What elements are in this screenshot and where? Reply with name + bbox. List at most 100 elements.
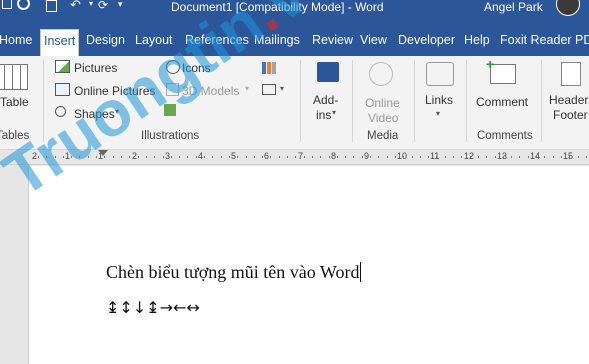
ruler-tick [445,156,446,158]
undo-icon[interactable]: ↶ [70,0,81,13]
save-icon[interactable] [46,0,57,12]
ruler-label: 6 [264,151,270,161]
tab-insert[interactable]: Insert [40,29,80,57]
ruler-tick [569,156,570,158]
group-tables-label: Tables [0,130,30,142]
new-comment-button[interactable]: Comment [476,95,528,109]
ruler-tick [262,156,263,158]
tab-review[interactable]: Review [312,29,353,56]
ruler-label: 9 [364,151,370,161]
tab-home[interactable]: Home [0,29,32,56]
pictures-button[interactable]: Pictures [74,61,117,75]
screenshot-icon[interactable] [262,84,276,95]
ruler-tick [578,156,579,158]
ruler-tick [370,156,371,158]
tab-design[interactable]: Design [86,29,125,56]
3d-models-button[interactable]: 3D Models [182,84,239,98]
ruler-tick [71,156,72,158]
redo-icon[interactable]: ⟳ [98,0,108,12]
ruler-tick [88,156,89,158]
tab-mailings[interactable]: Mailings [254,29,300,56]
online-pictures-button[interactable]: Online Pictures [74,84,155,98]
3d-models-icon [166,83,179,96]
power-icon[interactable] [17,0,30,10]
ruler-label: 7 [298,151,304,161]
ruler-tick [204,156,205,158]
group-media-label: Media [367,130,399,142]
ruler-tick [237,156,238,158]
footer-button[interactable]: Footer [553,108,588,122]
ruler-tick [246,156,247,158]
user-name[interactable]: Angel Park [484,0,543,14]
ruler-tick [187,156,188,158]
ruler-tick [63,156,64,158]
online-pictures-icon [55,83,70,96]
ruler-tick [121,156,122,158]
ruler-tick [304,156,305,158]
tab-references[interactable]: References [185,29,249,56]
smartart-icon[interactable] [164,104,176,116]
ruler-tick [196,156,197,158]
ruler-label: 1 [65,151,71,161]
undo-dropdown-icon[interactable]: ▾ [89,0,93,8]
ruler-tick [403,156,404,158]
screenshot-dropdown-icon[interactable]: ▾ [280,84,284,93]
ruler-tick [337,156,338,158]
ruler-tick [270,156,271,158]
icons-button[interactable]: Icons [182,61,211,75]
ruler-tick [254,156,255,158]
ruler-label: 3 [165,151,171,161]
ruler-tick [528,156,529,158]
group-divider [541,60,542,142]
document-line-1[interactable]: Chèn biểu tượng mũi tên vào Word [106,262,362,283]
shapes-dropdown-icon[interactable]: ▾ [115,107,119,116]
group-divider [300,60,301,142]
chart-icon[interactable] [262,62,276,74]
ruler-tick [519,156,520,158]
ruler-label: 2 [32,151,38,161]
icons-icon [166,60,180,74]
tab-layout[interactable]: Layout [135,29,173,56]
ruler-label: 5 [231,151,237,161]
ruler-tick [428,156,429,158]
autosave-icon[interactable] [2,0,12,9]
avatar[interactable] [556,0,580,16]
3d-models-dropdown-icon[interactable]: ▾ [245,84,249,93]
tab-help[interactable]: Help [464,29,490,56]
ruler-tick [511,156,512,158]
online-video-label-1[interactable]: Online [365,96,400,110]
horizontal-ruler[interactable]: 2112345678910111213141516 [0,150,589,165]
addins-dropdown-icon[interactable]: ▾ [332,108,336,117]
table-icon[interactable] [0,64,28,90]
ruler-tick [312,156,313,158]
ruler-tick [503,156,504,158]
addins-label-1[interactable]: Add- [313,93,338,107]
header-button[interactable]: Header [549,93,588,107]
tab-view[interactable]: View [360,29,387,56]
links-button[interactable]: Links [425,93,453,107]
document-line-2[interactable]: ↨↕↓↨→←↔ [106,298,200,317]
shapes-button[interactable]: Shapes [74,107,115,121]
ruler-tick [544,156,545,158]
group-divider [352,60,353,142]
ribbon-tabs: Home Insert Design Layout References Mai… [0,20,589,57]
customize-toolbar-icon[interactable]: ▾ [118,0,123,10]
tab-developer[interactable]: Developer [398,29,455,56]
shapes-icon [55,106,66,117]
ruler-label: 8 [331,151,337,161]
ruler-tick [561,156,562,158]
links-dropdown-icon[interactable]: ▾ [436,109,440,118]
ruler-tick [362,156,363,158]
online-video-label-2[interactable]: Video [368,111,398,125]
ruler-tick [221,156,222,158]
tab-foxit-reader-pdf[interactable]: Foxit Reader PDF [500,29,589,56]
addins-label-2[interactable]: ins [316,108,331,122]
ruler-tick [453,156,454,158]
table-button-label[interactable]: Table [0,95,29,109]
indent-marker-icon[interactable] [98,150,108,156]
ruler-tick [212,156,213,158]
ruler-tick [470,156,471,158]
online-video-icon [369,62,393,86]
ruler-tick [295,156,296,158]
ruler-label: 10 [397,151,408,161]
